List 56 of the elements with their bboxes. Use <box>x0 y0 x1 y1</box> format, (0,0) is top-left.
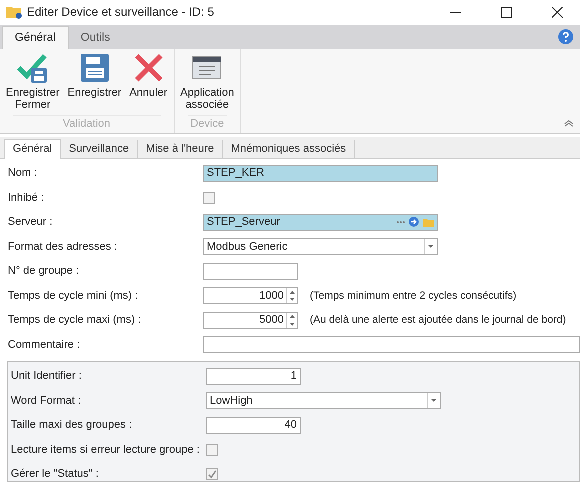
caret-icon <box>428 245 434 248</box>
lookup-field[interactable]: STEP_Serveur <box>203 214 438 231</box>
ellipsis-icon[interactable] <box>397 220 405 224</box>
dropdown[interactable]: LowHigh <box>206 392 441 410</box>
field-label: Unit Identifier : <box>10 370 83 382</box>
check-save-icon <box>16 52 49 84</box>
number-field[interactable]: 1 <box>206 368 301 385</box>
help-icon[interactable] <box>558 29 574 45</box>
up-arrow-icon[interactable] <box>290 290 294 294</box>
group-label: Validation <box>13 115 161 133</box>
arrow-right-icon[interactable] <box>409 217 419 228</box>
folder-icon <box>6 5 22 19</box>
field-label: N° de groupe : <box>7 265 80 278</box>
field-label: Format des adresses : <box>7 240 118 253</box>
field-label: Gérer le "Status" : <box>10 468 100 480</box>
down-arrow-icon[interactable] <box>290 298 294 301</box>
window-title: Editer Device et surveillance - ID: 5 <box>27 5 216 19</box>
field-label: Inhibé : <box>7 192 46 204</box>
group-label: Device <box>188 115 228 133</box>
field-label: Taille maxi des groupes : <box>10 419 134 432</box>
ribbon-button[interactable]: Enregistrer <box>64 49 125 115</box>
checkbox[interactable] <box>206 468 218 480</box>
caret-icon <box>431 399 437 402</box>
tab[interactable]: Mnémoniques associés <box>223 140 356 158</box>
collapse-icon[interactable] <box>564 120 574 127</box>
field-label: Word Format : <box>10 394 82 407</box>
dropdown[interactable]: Modbus Generic <box>203 238 438 256</box>
cancel-icon <box>132 52 165 84</box>
hint-text: (Temps minimum entre 2 cycles consécutifs) <box>310 290 517 302</box>
text-field[interactable] <box>203 262 298 280</box>
tab[interactable]: Mise à l'heure <box>138 140 224 158</box>
up-arrow-icon[interactable] <box>290 315 294 318</box>
field-label: Temps de cycle mini (ms) : <box>7 290 140 302</box>
maximize-icon[interactable] <box>500 6 512 18</box>
ribbon-button[interactable]: Enregistrer Fermer <box>3 49 63 115</box>
ribbon-tab[interactable]: Outils <box>68 27 122 49</box>
checkbox[interactable] <box>206 444 218 456</box>
field-label: Lecture items si erreur lecture groupe : <box>10 444 201 456</box>
tab[interactable]: Surveillance <box>61 140 138 158</box>
field-label: Nom : <box>7 167 38 180</box>
field-label: Serveur : <box>7 216 54 228</box>
ribbon-button[interactable]: Application associée <box>178 49 238 115</box>
hint-text: (Au delà une alerte est ajoutée dans le journal de bord) <box>310 314 566 326</box>
number-field[interactable]: 40 <box>206 416 301 434</box>
checkbox[interactable] <box>203 192 215 204</box>
close-icon[interactable] <box>552 6 562 18</box>
ribbon-button[interactable]: Annuler <box>126 49 171 115</box>
tab[interactable]: Général <box>4 139 62 159</box>
spin-field[interactable]: 1000 <box>203 287 298 304</box>
ribbon-tab[interactable]: Général <box>2 26 69 49</box>
text-field[interactable] <box>203 336 580 354</box>
field-label: Temps de cycle maxi (ms) : <box>7 314 142 326</box>
text-field[interactable]: STEP_KER <box>203 164 438 182</box>
down-arrow-icon[interactable] <box>290 322 294 326</box>
field-label: Commentaire : <box>7 338 82 351</box>
spin-field[interactable]: 5000 <box>203 312 298 329</box>
